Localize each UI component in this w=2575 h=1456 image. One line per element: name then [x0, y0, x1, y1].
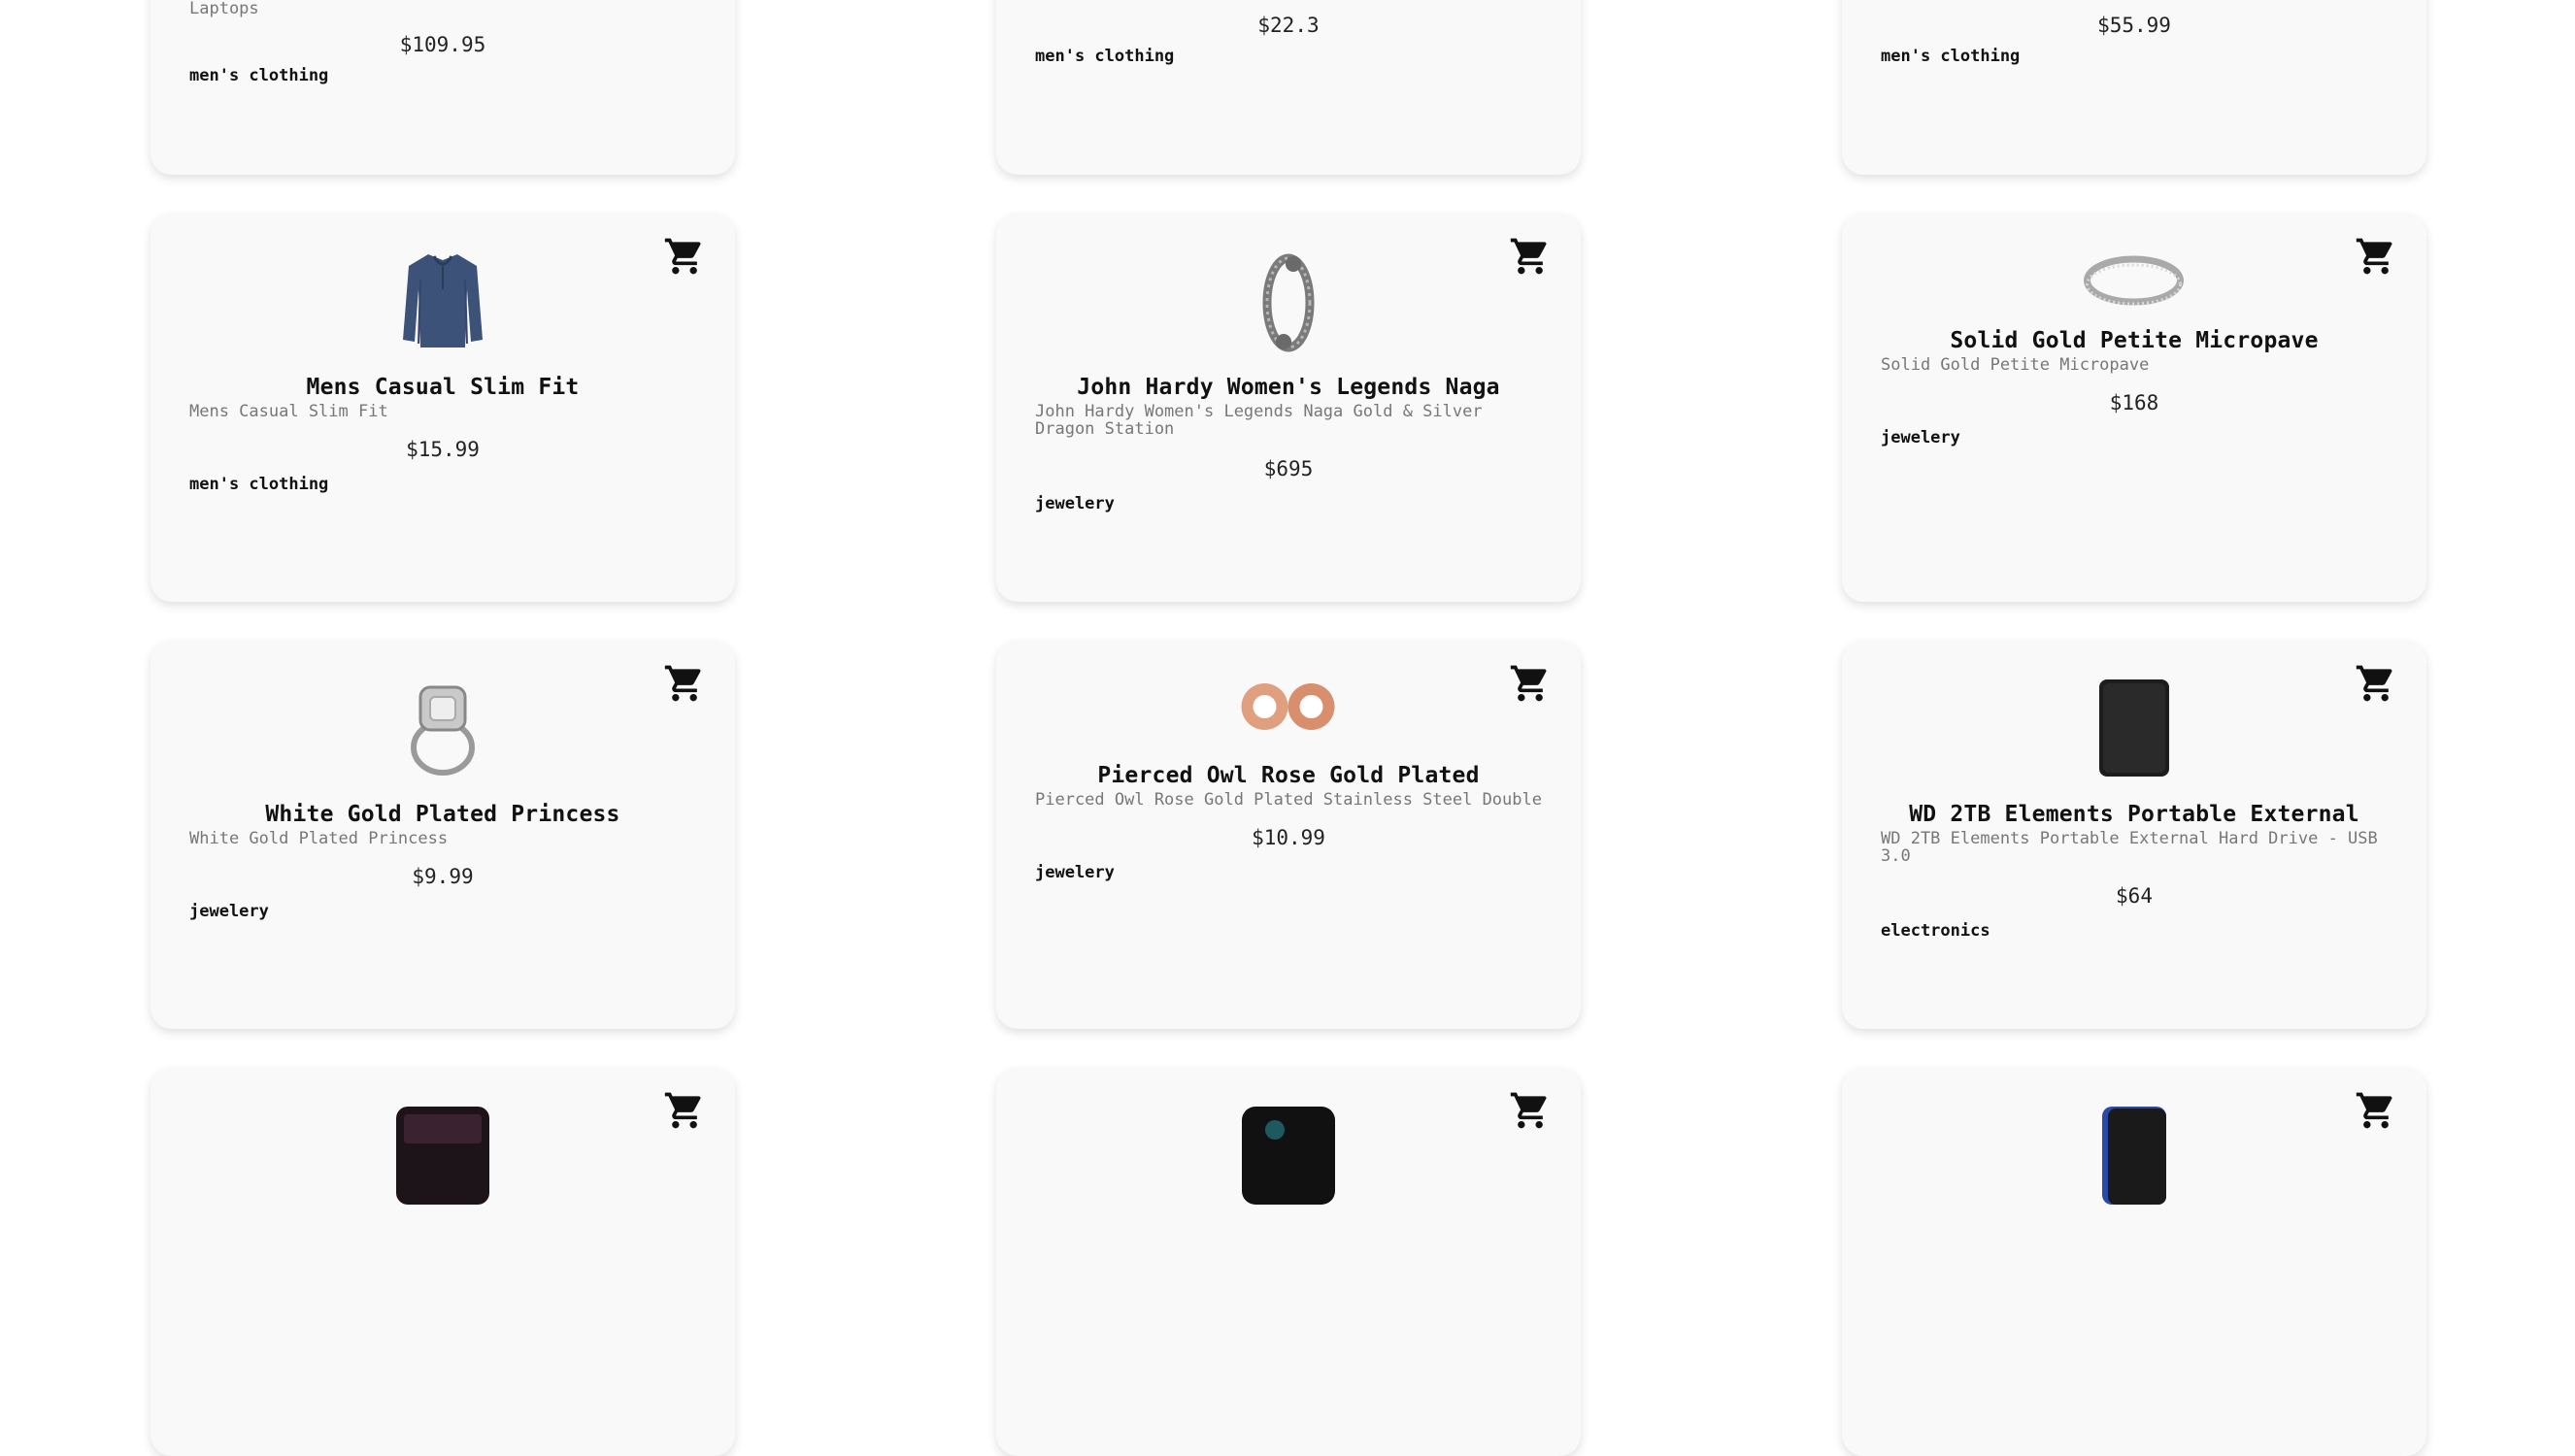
ssd-black-image [1240, 1105, 1337, 1207]
add-to-cart-button[interactable] [663, 662, 706, 705]
ssd-blue-image [2100, 1105, 2168, 1207]
product-category: jewelery [1035, 494, 1115, 513]
product-category: men's clothing [1881, 47, 2021, 66]
product-title: Pierced Owl Rose Gold Plated [1097, 763, 1480, 788]
product-description: WD 2TB Elements Portable External Hard D… [1881, 829, 2378, 866]
shopping-cart-icon [2356, 238, 2392, 275]
shopping-cart-icon [1510, 665, 1547, 702]
product-price: $15.99 [406, 438, 480, 461]
product-card[interactable]: Pierced Owl Rose Gold Plated Pierced Owl… [996, 641, 1581, 1029]
product-price: $109.95 [399, 33, 486, 56]
product-description: White Gold Plated Princess [189, 829, 449, 848]
product-price: $22.3 [1257, 14, 1320, 37]
product-grid: Laptops $109.95 men's clothing $22.3 men… [0, 0, 2575, 1456]
ssd-plus-image [394, 1105, 491, 1207]
product-card[interactable]: WD 2TB Elements Portable External WD 2TB… [1842, 641, 2426, 1029]
product-card[interactable]: Mens Casual Slim Fit Mens Casual Slim Fi… [150, 214, 735, 602]
product-price: $168 [2109, 391, 2159, 414]
product-description: Pierced Owl Rose Gold Plated Stainless S… [1035, 790, 1542, 810]
add-to-cart-button[interactable] [663, 1089, 706, 1132]
product-card[interactable] [996, 1068, 1581, 1456]
blue-shirt-image [399, 250, 486, 352]
product-title: WD 2TB Elements Portable External [1909, 802, 2359, 827]
product-category: jewelery [189, 902, 269, 921]
product-category: men's clothing [189, 66, 329, 85]
dragon-bracelet-image [1254, 250, 1322, 352]
add-to-cart-button[interactable] [2355, 662, 2397, 705]
shopping-cart-icon [664, 238, 701, 275]
product-card[interactable]: White Gold Plated Princess White Gold Pl… [150, 641, 735, 1029]
product-title: White Gold Plated Princess [265, 802, 620, 827]
silver-ring-image [2084, 252, 2186, 309]
add-to-cart-button[interactable] [1509, 662, 1552, 705]
diamond-ring-image [399, 678, 486, 779]
shopping-cart-icon [2356, 665, 2392, 702]
product-price: $695 [1263, 457, 1314, 480]
product-title: John Hardy Women's Legends Naga [1077, 375, 1500, 400]
product-card[interactable]: $55.99 men's clothing [1842, 0, 2426, 175]
add-to-cart-button[interactable] [1509, 235, 1552, 278]
product-card[interactable] [1842, 1068, 2426, 1456]
product-price: $9.99 [412, 865, 474, 888]
product-price: $10.99 [1252, 826, 1325, 849]
product-category: men's clothing [189, 475, 329, 494]
product-description: John Hardy Women's Legends Naga Gold & S… [1035, 402, 1483, 439]
add-to-cart-button[interactable] [663, 235, 706, 278]
rose-gold-plugs-image [1238, 678, 1340, 736]
product-card[interactable]: Laptops $109.95 men's clothing [150, 0, 735, 175]
product-title: Mens Casual Slim Fit [306, 375, 580, 400]
product-card[interactable]: $22.3 men's clothing [996, 0, 1581, 175]
product-price: $55.99 [2097, 14, 2171, 37]
add-to-cart-button[interactable] [2355, 1089, 2397, 1132]
shopping-cart-icon [1510, 1092, 1547, 1129]
shopping-cart-icon [2356, 1092, 2392, 1129]
shopping-cart-icon [1510, 238, 1547, 275]
product-description: Solid Gold Petite Micropave [1881, 355, 2150, 375]
product-description: Laptops [189, 0, 259, 18]
add-to-cart-button[interactable] [2355, 235, 2397, 278]
product-description: Mens Casual Slim Fit [189, 402, 388, 421]
product-category: electronics [1881, 921, 1990, 941]
product-category: jewelery [1881, 428, 1960, 447]
hard-drive-image [2095, 678, 2173, 779]
product-card[interactable]: John Hardy Women's Legends Naga John Har… [996, 214, 1581, 602]
product-price: $64 [2116, 884, 2153, 908]
shopping-cart-icon [664, 665, 701, 702]
add-to-cart-button[interactable] [1509, 1089, 1552, 1132]
product-card[interactable]: Solid Gold Petite Micropave Solid Gold P… [1842, 214, 2426, 602]
product-title: Solid Gold Petite Micropave [1950, 328, 2319, 353]
product-card[interactable] [150, 1068, 735, 1456]
shopping-cart-icon [664, 1092, 701, 1129]
product-category: jewelery [1035, 863, 1115, 882]
product-category: men's clothing [1035, 47, 1175, 66]
